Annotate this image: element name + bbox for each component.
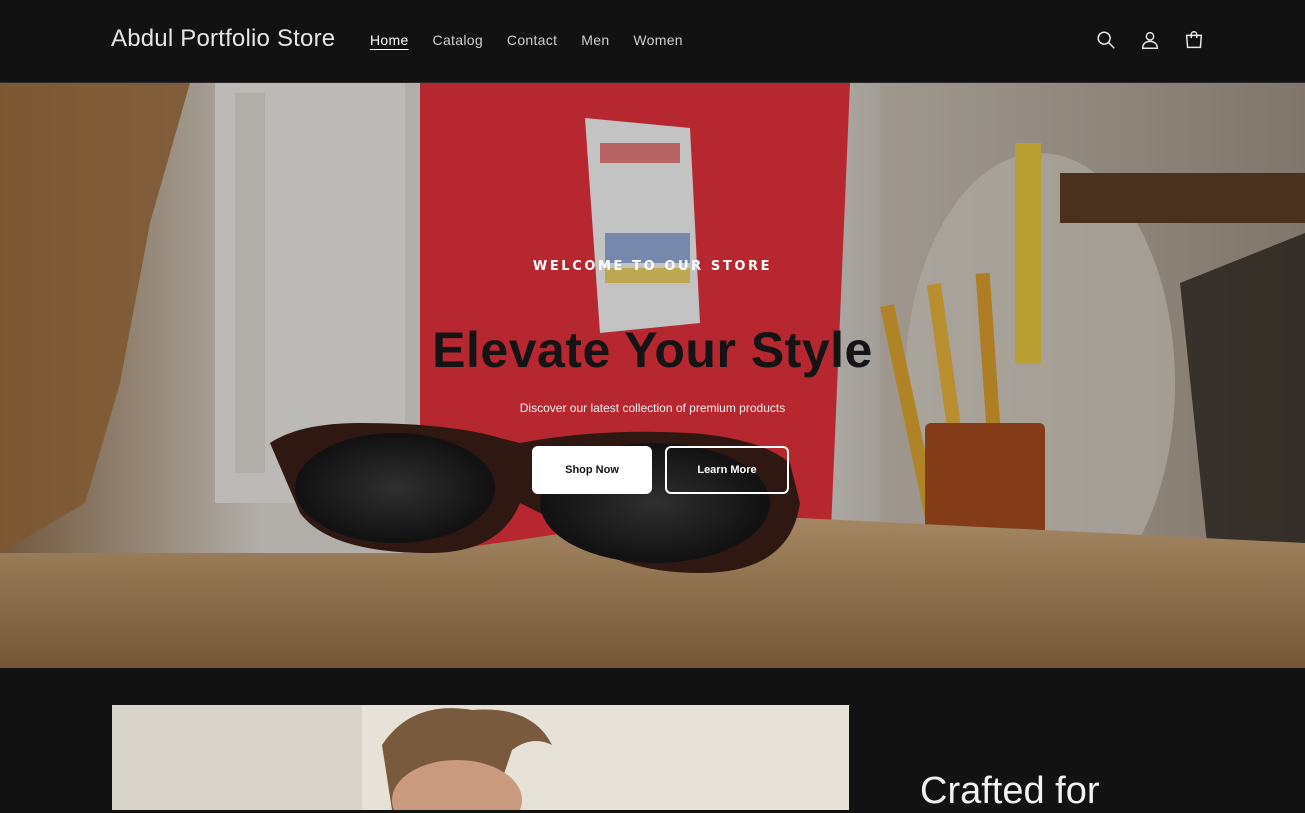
header-icons bbox=[1092, 26, 1208, 54]
nav-women[interactable]: Women bbox=[633, 31, 682, 49]
hero-subtitle: Discover our latest collection of premiu… bbox=[519, 401, 786, 415]
hero-title: Elevate Your Style bbox=[432, 322, 873, 378]
hero-eyebrow: WELCOME TO OUR STORE bbox=[532, 259, 773, 274]
nav-catalog[interactable]: Catalog bbox=[433, 31, 483, 49]
model-photo bbox=[112, 705, 849, 810]
feature-image bbox=[112, 705, 849, 810]
hero-banner: WELCOME TO OUR STORE Elevate Your Style … bbox=[0, 83, 1305, 668]
account-icon[interactable] bbox=[1136, 26, 1164, 54]
learn-more-button[interactable]: Learn More bbox=[665, 446, 789, 494]
nav-contact[interactable]: Contact bbox=[507, 31, 557, 49]
cart-icon[interactable] bbox=[1180, 26, 1208, 54]
hero-content: WELCOME TO OUR STORE Elevate Your Style … bbox=[0, 83, 1305, 668]
nav-home[interactable]: Home bbox=[370, 31, 409, 49]
feature-title: Crafted for bbox=[920, 770, 1100, 812]
nav-men[interactable]: Men bbox=[581, 31, 609, 49]
search-icon[interactable] bbox=[1092, 26, 1120, 54]
store-logo[interactable]: Abdul Portfolio Store bbox=[111, 25, 335, 53]
site-header: Abdul Portfolio Store Home Catalog Conta… bbox=[0, 0, 1305, 83]
shop-now-button[interactable]: Shop Now bbox=[532, 446, 652, 494]
main-nav: Home Catalog Contact Men Women bbox=[370, 31, 683, 49]
